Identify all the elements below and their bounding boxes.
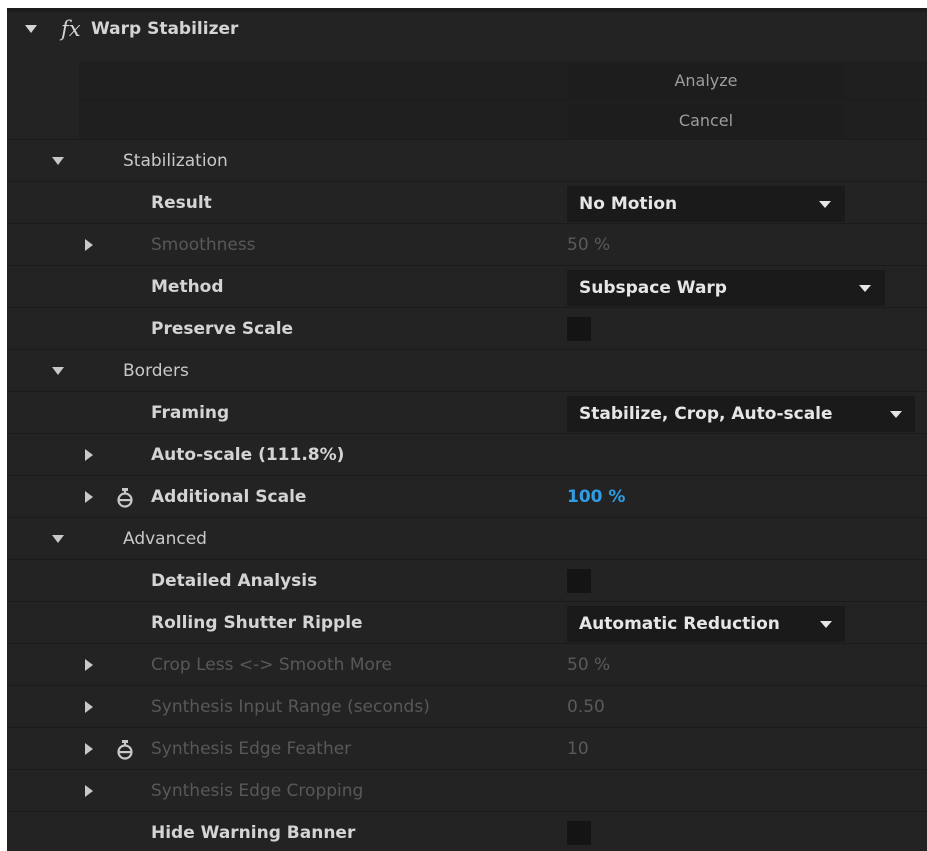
effect-collapse-icon[interactable] — [25, 25, 37, 33]
property-edge-feather: Synthesis Edge Feather 10 — [7, 727, 927, 770]
stopwatch-icon[interactable] — [115, 487, 135, 509]
property-rolling-shutter: Rolling Shutter Ripple Automatic Reducti… — [7, 601, 927, 644]
effect-controls-panel: fx Warp Stabilizer Analyze Cancel Stabil… — [7, 8, 927, 851]
stopwatch-icon[interactable] — [115, 739, 135, 761]
method-dropdown[interactable]: Subspace Warp — [567, 270, 885, 306]
framing-dropdown[interactable]: Stabilize, Crop, Auto-scale — [567, 396, 915, 432]
hide-warning-checkbox[interactable] — [567, 821, 591, 845]
fx-icon[interactable]: fx — [61, 8, 81, 50]
analyze-button[interactable]: Analyze — [567, 64, 845, 98]
property-result: Result No Motion — [7, 181, 927, 224]
smoothness-value: 50 % — [567, 235, 611, 255]
property-label: Method — [151, 277, 224, 297]
property-label: Additional Scale — [151, 487, 307, 507]
dropdown-value: No Motion — [579, 194, 678, 214]
property-label: Smoothness — [151, 235, 256, 255]
property-detailed-analysis: Detailed Analysis — [7, 559, 927, 602]
property-additional-scale: Additional Scale 100 % — [7, 475, 927, 518]
rolling-shutter-dropdown[interactable]: Automatic Reduction — [567, 606, 845, 642]
expand-arrow-icon[interactable] — [85, 491, 93, 503]
advanced-collapse-icon[interactable] — [52, 535, 64, 543]
property-label: Detailed Analysis — [151, 571, 318, 591]
additional-scale-value[interactable]: 100 % — [567, 476, 625, 518]
chevron-down-icon — [890, 411, 902, 418]
dropdown-value: Stabilize, Crop, Auto-scale — [579, 404, 833, 424]
property-label: Preserve Scale — [151, 319, 294, 339]
effect-header-row[interactable]: fx Warp Stabilizer — [7, 8, 927, 50]
detailed-analysis-checkbox[interactable] — [567, 569, 591, 593]
property-label: Result — [151, 193, 212, 213]
stabilization-collapse-icon[interactable] — [52, 157, 64, 165]
section-label: Borders — [123, 361, 189, 381]
property-crop-less: Crop Less <-> Smooth More 50 % — [7, 643, 927, 686]
property-label: Crop Less <-> Smooth More — [151, 655, 392, 675]
property-hide-warning: Hide Warning Banner — [7, 811, 927, 851]
property-method: Method Subspace Warp — [7, 265, 927, 308]
chevron-down-icon — [859, 285, 871, 292]
crop-less-value: 50 % — [567, 655, 611, 675]
expand-arrow-icon[interactable] — [85, 785, 93, 797]
property-label: Synthesis Input Range (seconds) — [151, 697, 430, 717]
property-label: Framing — [151, 403, 230, 423]
chevron-down-icon — [819, 201, 831, 208]
chevron-down-icon — [820, 621, 832, 628]
section-stabilization[interactable]: Stabilization — [7, 139, 927, 182]
section-label: Stabilization — [123, 151, 228, 171]
expand-arrow-icon[interactable] — [85, 701, 93, 713]
property-preserve-scale: Preserve Scale — [7, 307, 927, 350]
preserve-scale-checkbox[interactable] — [567, 317, 591, 341]
dropdown-value: Subspace Warp — [579, 278, 727, 298]
section-label: Advanced — [123, 529, 207, 549]
property-auto-scale: Auto-scale (111.8%) — [7, 433, 927, 476]
section-borders[interactable]: Borders — [7, 349, 927, 392]
dropdown-value: Automatic Reduction — [579, 614, 780, 634]
property-smoothness: Smoothness 50 % — [7, 223, 927, 266]
property-edge-cropping: Synthesis Edge Cropping — [7, 769, 927, 812]
property-label: Hide Warning Banner — [151, 823, 356, 843]
expand-arrow-icon[interactable] — [85, 239, 93, 251]
property-label: Synthesis Edge Cropping — [151, 781, 364, 801]
expand-arrow-icon[interactable] — [85, 743, 93, 755]
property-label: Synthesis Edge Feather — [151, 739, 352, 759]
expand-arrow-icon[interactable] — [85, 449, 93, 461]
section-advanced[interactable]: Advanced — [7, 517, 927, 560]
property-synthesis-range: Synthesis Input Range (seconds) 0.50 — [7, 685, 927, 728]
property-framing: Framing Stabilize, Crop, Auto-scale — [7, 391, 927, 434]
property-label: Rolling Shutter Ripple — [151, 613, 363, 633]
result-dropdown[interactable]: No Motion — [567, 186, 845, 222]
property-label: Auto-scale (111.8%) — [151, 445, 345, 465]
synthesis-range-value: 0.50 — [567, 697, 605, 717]
expand-arrow-icon[interactable] — [85, 659, 93, 671]
effect-title: Warp Stabilizer — [91, 19, 239, 39]
borders-collapse-icon[interactable] — [52, 367, 64, 375]
edge-feather-value: 10 — [567, 739, 589, 759]
cancel-button[interactable]: Cancel — [567, 104, 845, 138]
